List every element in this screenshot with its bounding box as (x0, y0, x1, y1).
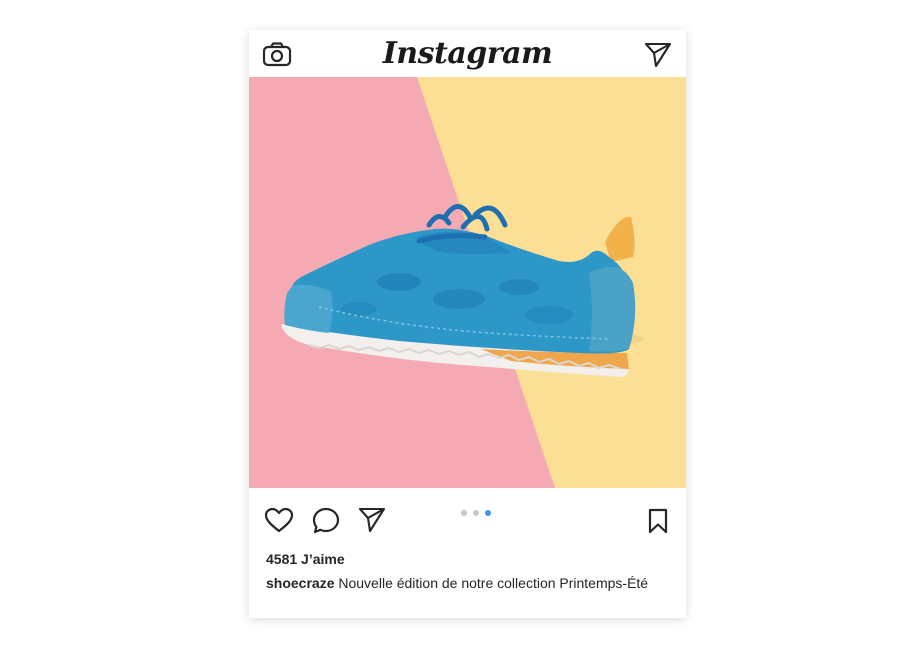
carousel-dot (473, 510, 479, 516)
carousel-dot (461, 510, 467, 516)
comment-icon[interactable] (312, 507, 340, 540)
paper-plane-icon[interactable] (358, 507, 386, 538)
caption-text: Nouvelle édition de notre collection Pri… (334, 575, 649, 591)
carousel-dot-active (485, 510, 491, 516)
top-bar: Instagram (249, 30, 686, 77)
caption-username[interactable]: shoecraze (266, 575, 334, 591)
post-caption: shoecraze Nouvelle édition de notre coll… (266, 575, 676, 591)
sneaker-photo (249, 77, 686, 488)
app-title: Instagram (382, 36, 553, 71)
likes-count[interactable]: 4581 J’aime (266, 551, 345, 567)
heart-icon[interactable] (264, 507, 294, 538)
post-actions (249, 488, 686, 548)
paper-plane-icon[interactable] (644, 42, 672, 73)
bookmark-icon[interactable] (647, 508, 669, 539)
post-card: Instagram 4581 J’aime shoecraze Nouvelle… (249, 30, 686, 618)
post-image[interactable] (249, 77, 686, 488)
